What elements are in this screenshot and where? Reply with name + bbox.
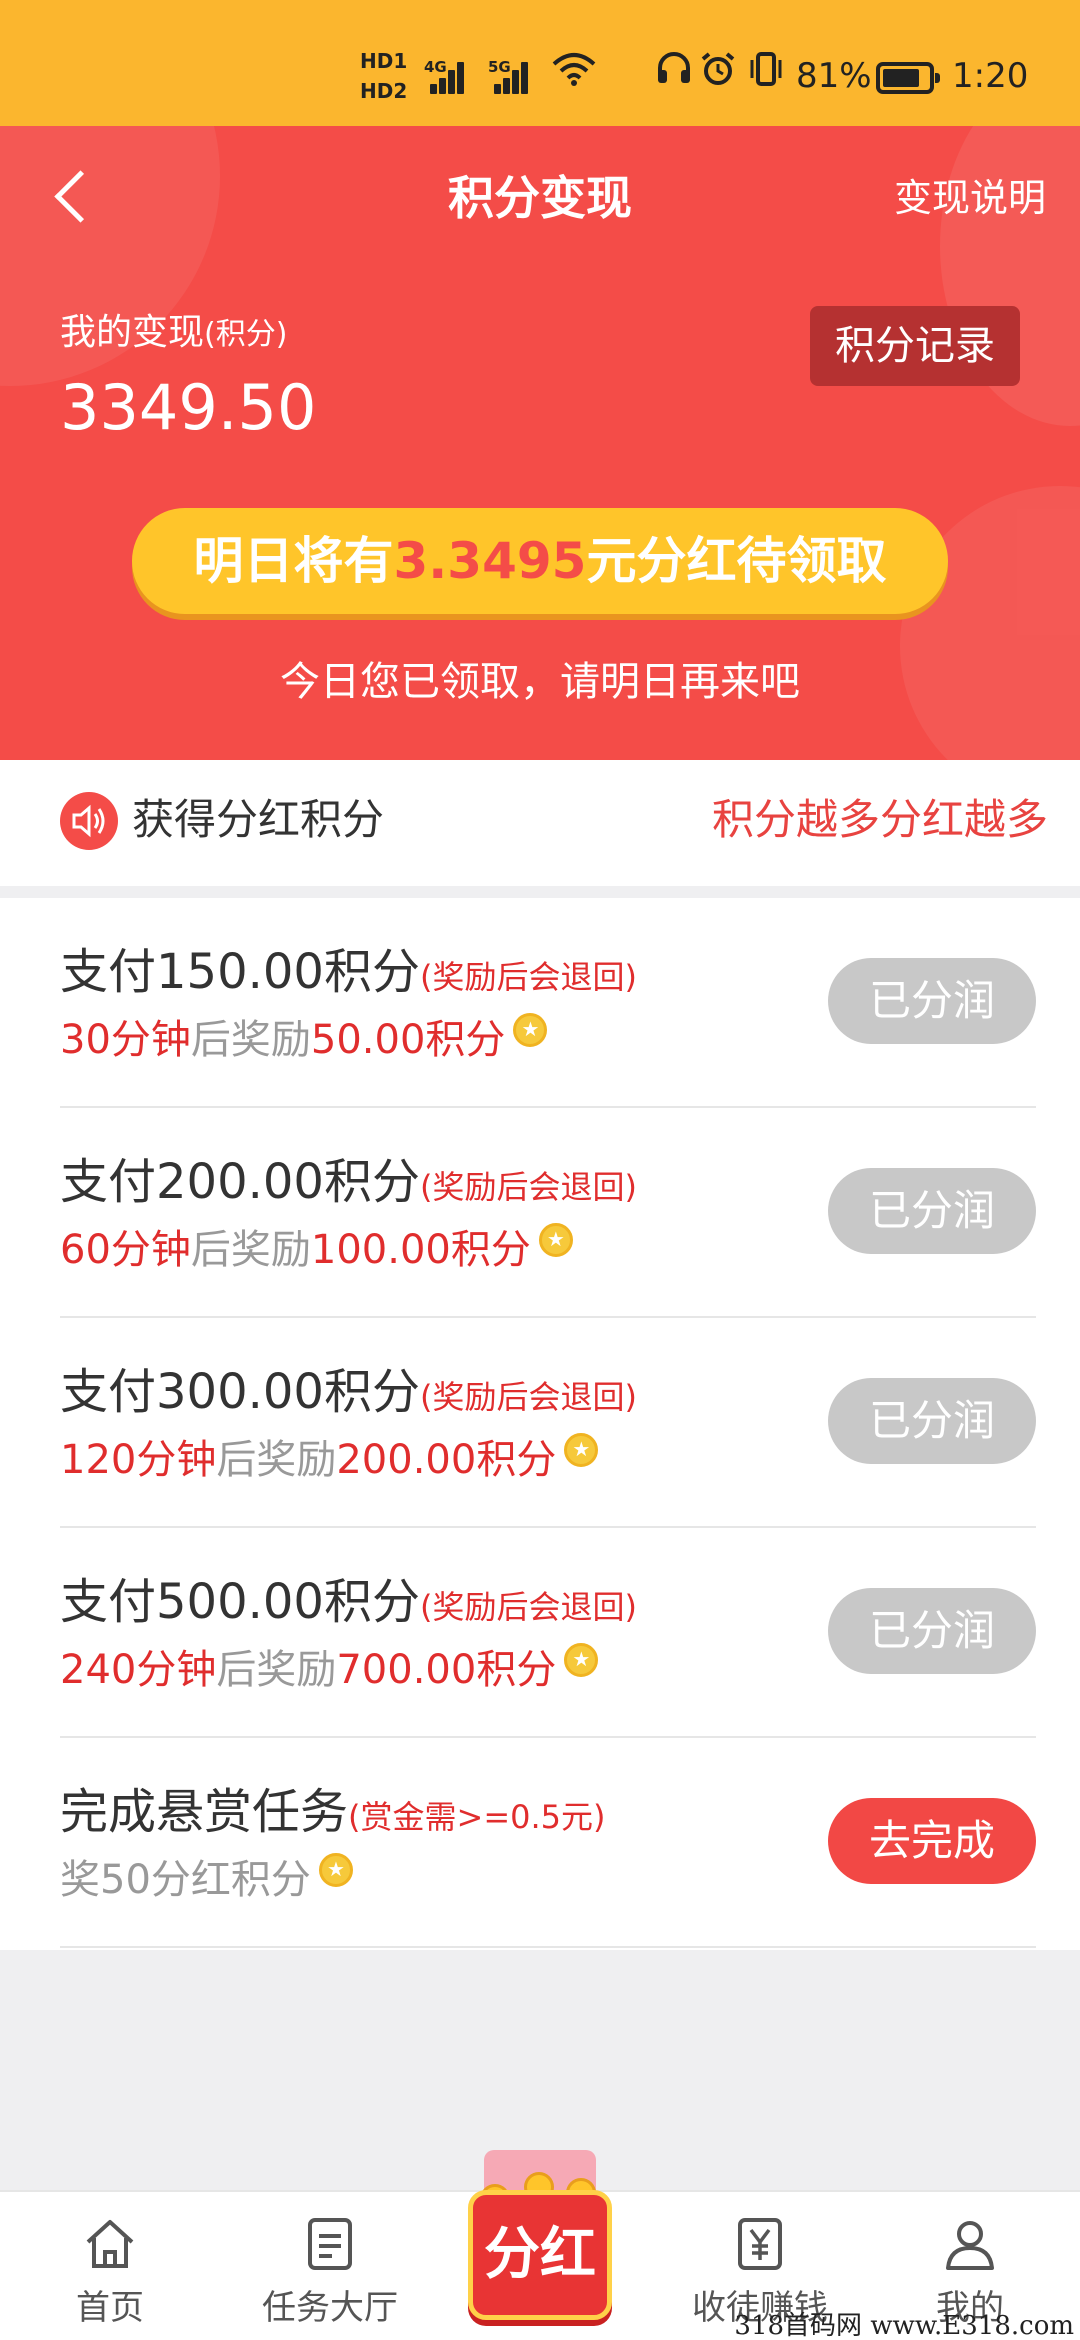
task-note: (奖励后会退回) [419,1588,637,1626]
wifi-icon [552,52,596,93]
task-reward: 60分钟后奖励100.00积分 [60,1222,573,1278]
task-note: (奖励后会退回) [419,1168,637,1206]
task-row: 支付150.00积分(奖励后会退回) 30分钟后奖励50.00积分 已分润 [60,898,1036,1108]
document-icon [308,2218,352,2270]
points-hero: 积分变现 变现说明 我的变现(积分) 3349.50 积分记录 明日将有3.34… [0,126,1080,760]
task-row: 支付200.00积分(奖励后会退回) 60分钟后奖励100.00积分 已分润 [60,1108,1036,1318]
status-bar: HD1 HD2 4G 5G 81% 1:20 [0,0,1080,126]
coin-icon [538,1222,573,1257]
nav-home-label: 首页 [76,2288,144,2328]
go-complete-button[interactable]: 去完成 [828,1798,1036,1884]
task-row: 支付300.00积分(奖励后会退回) 120分钟后奖励200.00积分 已分润 [60,1318,1036,1528]
task-reward-amount: 700.00积分 [336,1647,557,1693]
task-reward-mid: 后奖励 [216,1437,337,1483]
task-reward-text: 奖50分红积分 [60,1857,311,1903]
nav-dividend-label: 分红 [484,2222,596,2287]
info-slogan: 积分越多分红越多 [711,795,1048,844]
home-icon [86,2220,134,2268]
task-status-button[interactable]: 已分润 [828,1378,1036,1464]
task-reward: 120分钟后奖励200.00积分 [60,1432,599,1488]
info-bar: 获得分红积分 积分越多分红越多 [0,760,1080,886]
dividend-prefix: 明日将有 [193,532,394,590]
task-reward: 奖50分红积分 [60,1852,353,1908]
battery-percent: 81% [796,56,872,96]
clock: 1:20 [952,56,1029,96]
dividend-amount: 3.3495 [393,532,587,590]
task-time: 60分钟 [60,1227,191,1273]
nav-home[interactable]: 首页 [10,2192,210,2340]
dividend-banner: 明日将有3.3495元分红待领取 [132,508,948,614]
task-time: 120分钟 [60,1437,217,1483]
task-title-text: 完成悬赏任务 [60,1784,349,1840]
coin-icon [564,1432,599,1467]
nav-task-hall-label: 任务大厅 [262,2288,398,2328]
task-title: 支付300.00积分(奖励后会退回) [60,1360,637,1429]
task-title: 支付500.00积分(奖励后会退回) [60,1570,637,1639]
balance-label-text: 我的变现 [60,312,205,353]
task-note: (奖励后会退回) [419,958,637,996]
task-reward: 240分钟后奖励700.00积分 [60,1642,599,1698]
task-status-button[interactable]: 已分润 [828,1588,1036,1674]
yuan-icon [738,2218,782,2270]
task-reward-mid: 后奖励 [216,1647,337,1693]
balance-label-unit: (积分) [204,317,288,352]
explain-link[interactable]: 变现说明 [894,170,1046,226]
vibrate-icon [746,52,786,95]
task-status-button[interactable]: 已分润 [828,1168,1036,1254]
task-row: 完成悬赏任务(赏金需>=0.5元) 奖50分红积分 去完成 [60,1738,1036,1948]
task-reward: 30分钟后奖励50.00积分 [60,1012,548,1068]
dividend-suffix: 元分红待领取 [586,532,887,590]
task-title-text: 支付300.00积分 [60,1364,420,1420]
info-title: 获得分红积分 [132,795,385,844]
task-title: 支付200.00积分(奖励后会退回) [60,1150,637,1219]
task-reward-mid: 后奖励 [190,1017,311,1063]
signal-4g-icon: 4G [424,58,464,94]
claimed-note: 今日您已领取，请明日再来吧 [280,659,800,705]
task-title-text: 支付200.00积分 [60,1154,420,1210]
task-reward-amount: 100.00积分 [310,1227,531,1273]
task-reward-amount: 50.00积分 [310,1017,506,1063]
task-list: 支付150.00积分(奖励后会退回) 30分钟后奖励50.00积分 已分润 支付… [0,898,1080,1950]
task-row: 支付500.00积分(奖励后会退回) 240分钟后奖励700.00积分 已分润 [60,1528,1036,1738]
nav-dividend[interactable]: 分红 [462,2150,618,2340]
task-title: 完成悬赏任务(赏金需>=0.5元) [60,1780,606,1849]
watermark: 318首码网 www.E318.com [734,2311,1074,2340]
coin-icon [564,1642,599,1677]
task-title-text: 支付500.00积分 [60,1574,420,1630]
alarm-icon [700,52,736,95]
battery-icon [876,62,940,94]
task-reward-mid: 后奖励 [190,1227,311,1273]
coin-icon [513,1012,548,1047]
balance-value: 3349.50 [60,371,317,444]
hd-indicator: HD1 HD2 [360,49,408,103]
coin-icon [318,1852,353,1887]
task-time: 30分钟 [60,1017,191,1063]
points-record-button[interactable]: 积分记录 [810,306,1020,386]
task-time: 240分钟 [60,1647,217,1693]
task-note: (赏金需>=0.5元) [348,1798,606,1836]
task-title: 支付150.00积分(奖励后会退回) [60,940,637,1009]
balance-label: 我的变现(积分) [60,308,287,360]
nav-task-hall[interactable]: 任务大厅 [230,2192,430,2340]
speaker-icon [60,792,118,850]
task-title-text: 支付150.00积分 [60,944,420,1000]
task-note: (奖励后会退回) [419,1378,637,1416]
user-icon [946,2221,994,2270]
task-status-button[interactable]: 已分润 [828,958,1036,1044]
task-reward-amount: 200.00积分 [336,1437,557,1483]
signal-5g-icon: 5G [488,58,528,94]
headset-icon [656,50,692,91]
